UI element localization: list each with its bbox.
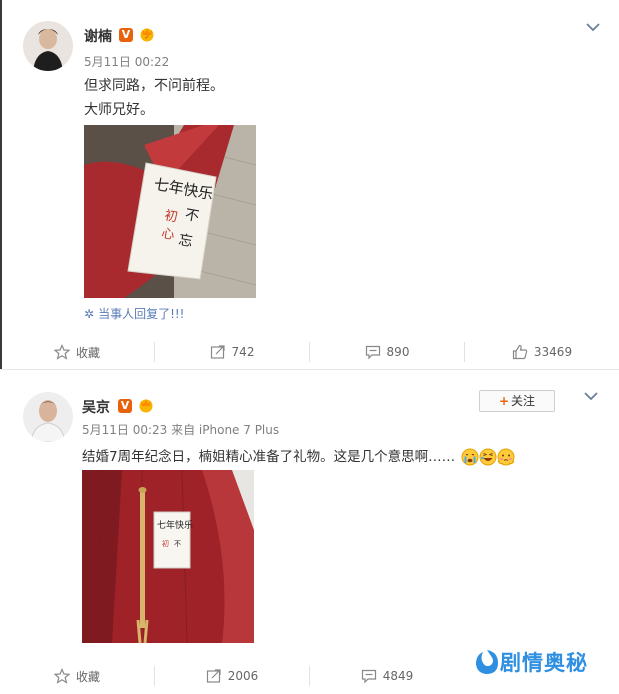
post-photo-gift-note[interactable]: 七年快乐 初 不 忘 心 <box>84 125 256 298</box>
watermark: 剧情奥秘 <box>474 647 588 677</box>
comment-icon <box>365 345 380 360</box>
star-icon <box>53 668 70 684</box>
vip-badge-icon: ✓ <box>138 26 156 42</box>
plus-icon: + <box>498 394 510 408</box>
verified-v-icon: V <box>118 399 132 413</box>
embarrassed-face-icon <box>497 448 515 466</box>
note-text-chu: 初 <box>162 539 169 548</box>
weibo-post-1: 谢楠 V ✓ 5月11日 00:22 但求同路，不问前程。 大师兄好。 七年快乐… <box>0 0 619 369</box>
watermark-text: 剧情奥秘 <box>500 651 588 675</box>
vip-badge-icon <box>137 397 155 413</box>
sparkle-icon: ✲ <box>84 307 95 321</box>
repost-button[interactable]: 742 <box>155 334 309 370</box>
left-edge-divider <box>0 0 2 369</box>
post-timestamp[interactable]: 5月11日 00:22 <box>84 53 169 70</box>
repost-icon <box>206 669 221 683</box>
post-timestamp[interactable]: 5月11日 00:23 来自 iPhone 7 Plus <box>82 421 279 438</box>
svg-text:✓: ✓ <box>144 34 149 41</box>
note-text-xin: 心 <box>160 226 175 243</box>
comment-icon <box>361 669 376 684</box>
reply-notice-link[interactable]: ✲ 当事人回复了!!! <box>84 305 185 322</box>
author-name[interactable]: 谢楠 <box>84 26 112 46</box>
post-photo-gift[interactable]: 七年快乐 初 不 <box>82 470 254 643</box>
repost-button[interactable]: 2006 <box>155 658 309 694</box>
favorite-button[interactable]: 收藏 <box>0 334 154 370</box>
thumbs-up-icon <box>512 344 528 360</box>
repost-icon <box>210 345 225 359</box>
note-text-chu: 初 <box>163 208 178 225</box>
author-name[interactable]: 吴京 <box>82 397 110 417</box>
post-text-line-2: 大师兄好。 <box>84 102 154 118</box>
comment-button[interactable]: 890 <box>310 334 464 370</box>
star-icon <box>53 344 70 360</box>
note-text-qinian: 七年快乐 <box>157 519 193 531</box>
follow-button[interactable]: + 关注 <box>479 390 555 412</box>
watermark-logo-icon <box>476 650 498 674</box>
verified-v-icon: V <box>119 28 133 42</box>
favorite-button[interactable]: 收藏 <box>0 658 154 694</box>
note-text-bu: 不 <box>184 207 201 225</box>
post-text: 结婚7周年纪念日，楠姐精心准备了礼物。这是几个意思啊…… <box>82 445 515 466</box>
action-bar: 收藏 742 890 33469 <box>0 334 619 370</box>
note-text-wang: 忘 <box>177 232 194 250</box>
avatar[interactable] <box>23 21 73 71</box>
comment-button[interactable]: 4849 <box>310 658 464 694</box>
crying-face-icon <box>461 448 479 466</box>
note-text-bu: 不 <box>174 540 181 548</box>
laughing-face-icon <box>479 448 497 466</box>
chevron-down-icon[interactable] <box>585 22 601 32</box>
chevron-down-icon[interactable] <box>583 391 599 401</box>
avatar[interactable] <box>23 392 73 442</box>
post-text-line-1: 但求同路，不问前程。 <box>84 78 224 94</box>
like-button[interactable]: 33469 <box>465 334 619 370</box>
